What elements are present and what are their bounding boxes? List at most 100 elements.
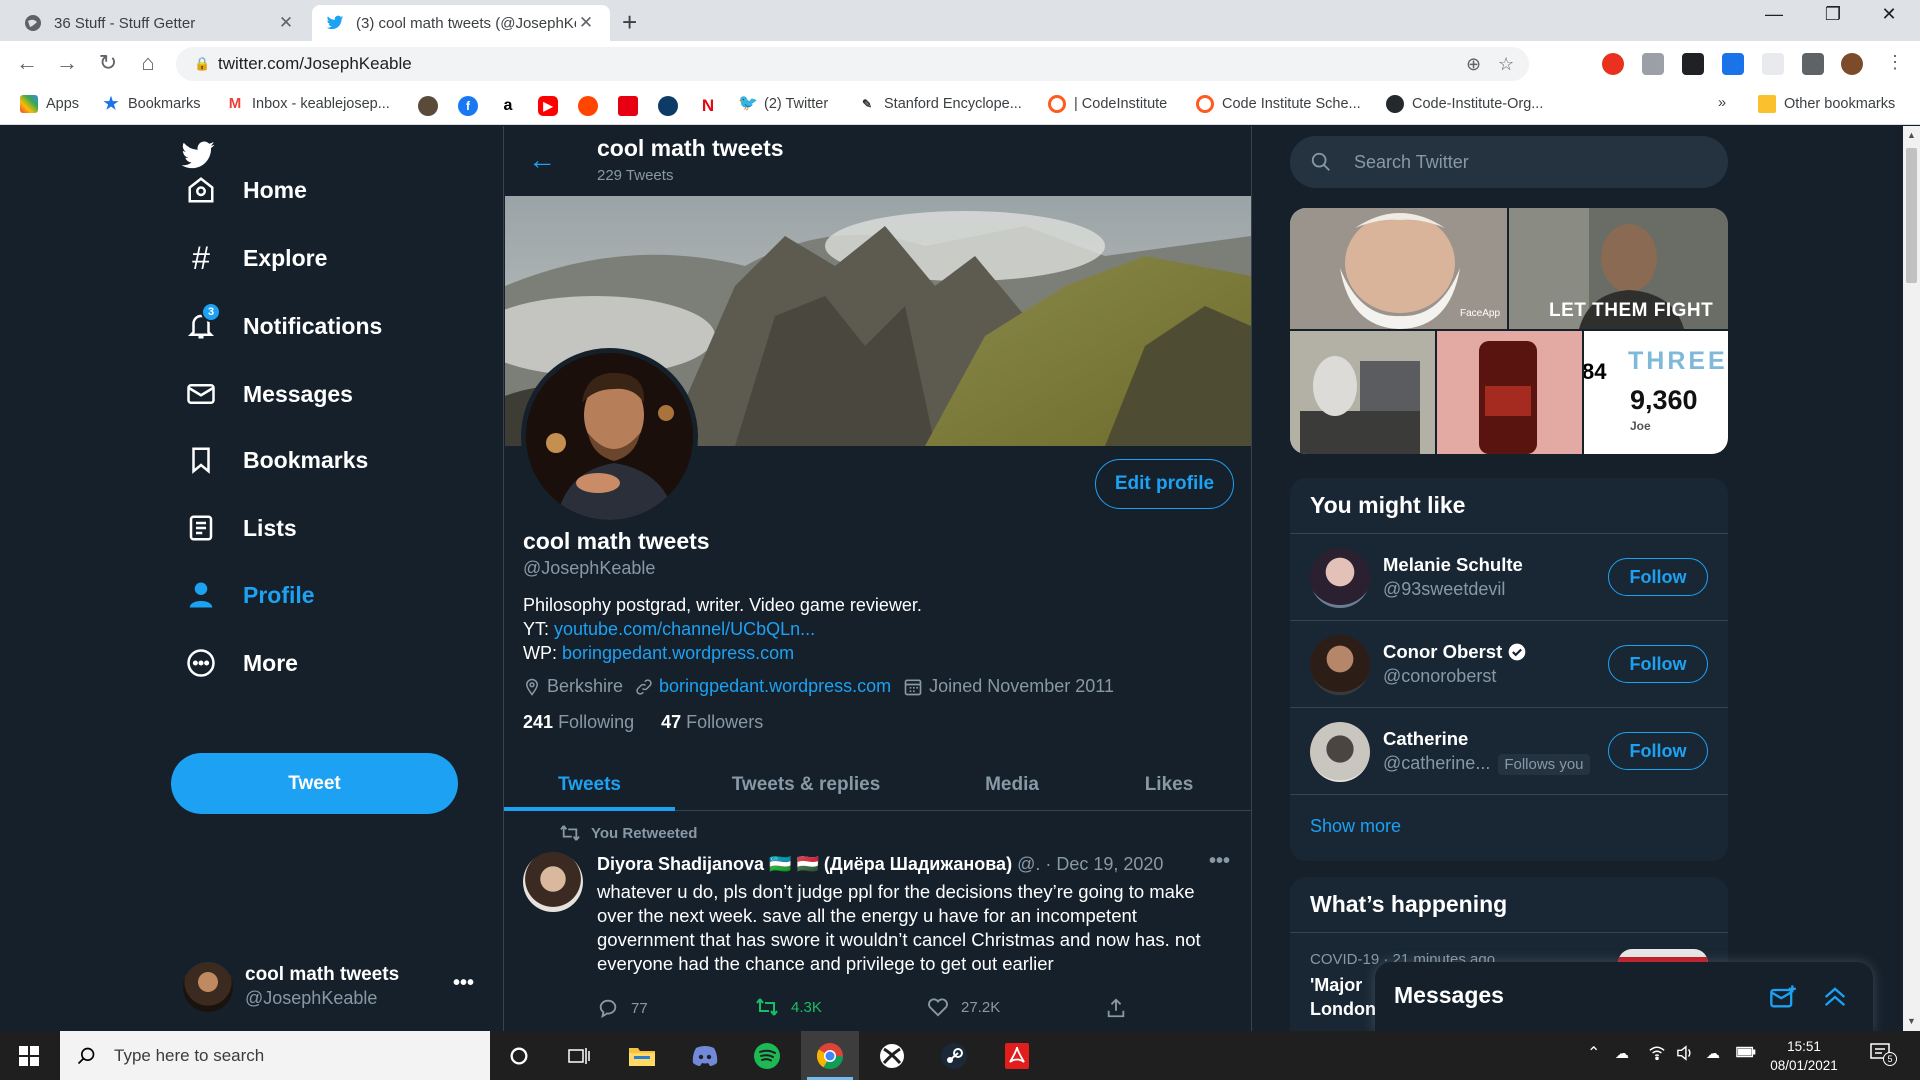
messages-drawer[interactable]: Messages <box>1375 962 1873 1031</box>
bookmark-bookmarks[interactable]: ★ Bookmarks <box>102 95 200 113</box>
bookmark-github[interactable]: Code-Institute-Org... <box>1386 95 1543 113</box>
media-thumbnail[interactable]: LET THEM FIGHT <box>1509 208 1728 329</box>
followers-link[interactable]: 47 Followers <box>661 712 763 732</box>
profile-avatar-icon[interactable] <box>1841 53 1863 75</box>
bookmark-red-icon[interactable] <box>618 96 638 116</box>
restore-window-icon[interactable]: ❐ <box>1810 4 1856 25</box>
netflix-icon[interactable]: N <box>698 96 718 116</box>
extension-icon[interactable] <box>1722 53 1744 75</box>
extension-icon[interactable] <box>1762 53 1784 75</box>
spotify-icon[interactable] <box>738 1031 796 1080</box>
search-box[interactable] <box>1290 136 1728 188</box>
bookmark-icon-1[interactable] <box>418 96 438 116</box>
media-thumbnail[interactable]: FaceApp <box>1290 208 1507 329</box>
website-link[interactable]: boringpedant.wordpress.com <box>659 676 891 697</box>
acrobat-icon[interactable] <box>988 1031 1046 1080</box>
reddit-icon[interactable] <box>578 96 598 116</box>
add-icon[interactable]: ⊕ <box>1466 47 1481 81</box>
minimize-window-icon[interactable]: — <box>1751 4 1797 25</box>
scroll-up-arrow-icon[interactable]: ▲ <box>1907 130 1916 140</box>
edit-profile-button[interactable]: Edit profile <box>1095 459 1234 509</box>
close-window-icon[interactable]: ✕ <box>1866 4 1912 25</box>
file-explorer-icon[interactable] <box>613 1031 671 1080</box>
new-tab-button[interactable]: + <box>622 7 637 38</box>
cloud-sync-icon[interactable]: ☁ <box>1706 1045 1720 1062</box>
scroll-down-arrow-icon[interactable]: ▼ <box>1907 1016 1916 1026</box>
browser-tab-stuff-getter[interactable]: 36 Stuff - Stuff Getter ✕ <box>10 5 310 41</box>
wordpress-link[interactable]: boringpedant.wordpress.com <box>562 643 794 663</box>
tab-likes[interactable]: Likes <box>1087 758 1251 811</box>
forward-icon[interactable]: → <box>52 50 82 76</box>
who-to-follow-item[interactable]: Conor Oberst @conoroberst Follow <box>1290 620 1728 707</box>
sidebar-item-messages[interactable]: Messages <box>183 376 353 412</box>
close-tab-icon[interactable]: ✕ <box>576 13 596 33</box>
action-center-icon[interactable]: 5 <box>1870 1043 1897 1066</box>
other-bookmarks-folder[interactable]: Other bookmarks <box>1758 95 1895 113</box>
taskbar-search-box[interactable]: Type here to search <box>60 1031 490 1080</box>
bookmark-codeinstitute[interactable]: | CodeInstitute <box>1048 95 1167 113</box>
cortana-icon[interactable] <box>490 1031 548 1080</box>
tweet-card[interactable]: You Retweeted Diyora Shadijanova 🇺🇿 🇭🇺 (… <box>504 812 1251 1031</box>
following-link[interactable]: 241 Following <box>523 712 634 732</box>
bookmark-codeinstitute-schedule[interactable]: Code Institute Sche... <box>1196 95 1361 113</box>
sidebar-item-profile[interactable]: Profile <box>183 577 315 613</box>
windows-start-button[interactable] <box>0 1031 58 1080</box>
retweet-button[interactable]: 4.3K <box>755 997 822 1017</box>
trend-headline[interactable]: 'Major London <box>1310 973 1376 1021</box>
tab-media[interactable]: Media <box>937 758 1087 811</box>
profile-avatar[interactable] <box>521 348 698 525</box>
bookmark-star-icon[interactable]: ☆ <box>1498 47 1514 81</box>
more-dots-icon[interactable]: ••• <box>1209 850 1230 873</box>
follow-button[interactable]: Follow <box>1608 558 1708 596</box>
page-scrollbar[interactable]: ▲ ▼ <box>1903 126 1920 1031</box>
tweet-button[interactable]: Tweet <box>171 753 458 814</box>
battery-icon[interactable] <box>1736 1045 1756 1062</box>
close-tab-icon[interactable]: ✕ <box>276 13 296 33</box>
browser-tab-twitter[interactable]: (3) cool math tweets (@JosephKe ✕ <box>312 5 610 41</box>
facebook-icon[interactable]: f <box>458 96 478 116</box>
tab-tweets-replies[interactable]: Tweets & replies <box>675 758 937 811</box>
search-input[interactable] <box>1354 151 1684 173</box>
opera-extension-icon[interactable] <box>1602 53 1624 75</box>
puzzle-extensions-icon[interactable] <box>1802 53 1824 75</box>
new-message-icon[interactable] <box>1769 984 1797 1010</box>
chrome-icon[interactable] <box>801 1031 859 1080</box>
media-thumbnail[interactable] <box>1290 331 1435 454</box>
kebab-menu-icon[interactable]: ⋮ <box>1880 52 1910 73</box>
bookmarks-overflow-button[interactable]: » <box>1718 95 1726 111</box>
media-thumbnail[interactable]: 84 THREE 9,360 Joe <box>1584 331 1728 454</box>
onedrive-icon[interactable]: ☁ <box>1615 1045 1629 1062</box>
show-more-link[interactable]: Show more <box>1310 816 1401 837</box>
extension-icon[interactable] <box>1682 53 1704 75</box>
share-button[interactable] <box>1105 997 1139 1019</box>
xbox-icon[interactable] <box>863 1031 921 1080</box>
back-arrow-icon[interactable]: ← <box>528 144 556 176</box>
show-hidden-icons-chevron[interactable]: ⌃ <box>1587 1043 1600 1063</box>
sidebar-item-notifications[interactable]: 3 Notifications <box>183 302 382 344</box>
show-more-row[interactable]: Show more <box>1290 794 1728 861</box>
who-to-follow-item[interactable]: Catherine @catherine... Follows you Follo… <box>1290 707 1728 794</box>
steam-icon[interactable] <box>925 1031 983 1080</box>
follow-button[interactable]: Follow <box>1608 732 1708 770</box>
account-switcher[interactable]: cool math tweets @JosephKeable ••• <box>183 958 483 1014</box>
tab-tweets[interactable]: Tweets <box>504 758 675 811</box>
who-to-follow-item[interactable]: Melanie Schulte @93sweetdevil Follow <box>1290 533 1728 620</box>
sidebar-item-bookmarks[interactable]: Bookmarks <box>183 442 368 478</box>
bookmark-apps[interactable]: Apps <box>20 95 79 113</box>
media-thumbnail[interactable] <box>1437 331 1582 454</box>
task-view-icon[interactable] <box>550 1031 608 1080</box>
bookmark-circle-icon[interactable] <box>658 96 678 116</box>
reload-icon[interactable]: ↻ <box>93 50 123 76</box>
bookmark-stanford[interactable]: ✎ Stanford Encyclope... <box>858 95 1022 113</box>
sidebar-item-lists[interactable]: Lists <box>183 510 297 546</box>
bookmark-gmail[interactable]: M Inbox - keablejosep... <box>226 95 390 113</box>
amazon-icon[interactable]: a <box>498 96 518 116</box>
expand-up-icon[interactable] <box>1821 984 1849 1010</box>
extension-icon[interactable] <box>1642 53 1664 75</box>
volume-icon[interactable] <box>1676 1045 1694 1064</box>
bookmark-twitter[interactable]: 🐦 (2) Twitter <box>738 95 828 113</box>
avatar[interactable] <box>523 852 583 912</box>
system-clock[interactable]: 15:51 08/01/2021 <box>1766 1037 1842 1075</box>
reply-button[interactable]: 77 <box>597 997 648 1019</box>
sidebar-item-explore[interactable]: # Explore <box>183 240 327 276</box>
